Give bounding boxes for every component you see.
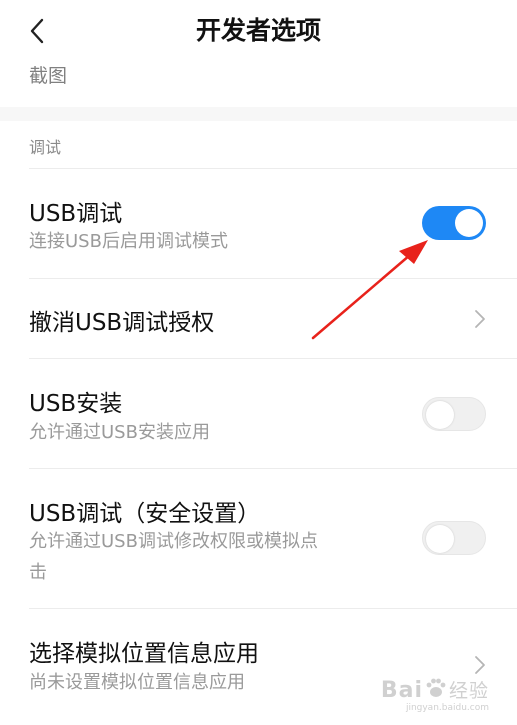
settings-item-screenshot[interactable]: 截图 bbox=[0, 55, 517, 107]
settings-item-subtitle: 尚未设置模拟位置信息应用 bbox=[29, 672, 245, 693]
settings-item-title: 撤消USB调试授权 bbox=[29, 310, 215, 336]
settings-item-revoke-usb-auth[interactable]: 撤消USB调试授权 bbox=[0, 279, 517, 358]
settings-item-usb-debug-security[interactable]: USB调试（安全设置） 允许通过USB调试修改权限或模拟点 击 bbox=[0, 469, 517, 608]
settings-item-subtitle: 连接USB后启用调试模式 bbox=[29, 231, 228, 252]
chevron-right-icon bbox=[475, 656, 485, 674]
settings-item-subtitle: 允许通过USB调试修改权限或模拟点 bbox=[29, 531, 318, 552]
toggle-knob bbox=[426, 401, 454, 429]
usb-debug-security-toggle[interactable] bbox=[422, 521, 486, 555]
toggle-knob bbox=[455, 209, 483, 237]
paw-icon bbox=[426, 678, 446, 697]
settings-item-subtitle: 允许通过USB安装应用 bbox=[29, 422, 210, 443]
page-title: 开发者选项 bbox=[195, 16, 321, 45]
settings-item-usb-install[interactable]: USB安装 允许通过USB安装应用 bbox=[0, 359, 517, 468]
chevron-right-icon bbox=[475, 310, 485, 328]
settings-item-subtitle: 击 bbox=[29, 562, 47, 583]
settings-item-title: USB安装 bbox=[29, 391, 123, 417]
app-header: 开发者选项 bbox=[0, 0, 517, 62]
settings-item-title: USB调试 bbox=[29, 201, 123, 227]
usb-debugging-toggle[interactable] bbox=[422, 206, 486, 240]
baidu-watermark: Bai 经验 jingyan.baidu.com bbox=[380, 678, 489, 713]
settings-item-usb-debugging[interactable]: USB调试 连接USB后启用调试模式 bbox=[0, 169, 517, 278]
settings-item-title: USB调试（安全设置） bbox=[29, 501, 261, 527]
toggle-knob bbox=[426, 525, 454, 553]
settings-item-label: 截图 bbox=[29, 65, 68, 87]
usb-install-toggle[interactable] bbox=[422, 397, 486, 431]
section-gap bbox=[0, 107, 517, 121]
settings-item-title: 选择模拟位置信息应用 bbox=[29, 641, 259, 667]
section-header-debug: 调试 bbox=[29, 138, 62, 157]
